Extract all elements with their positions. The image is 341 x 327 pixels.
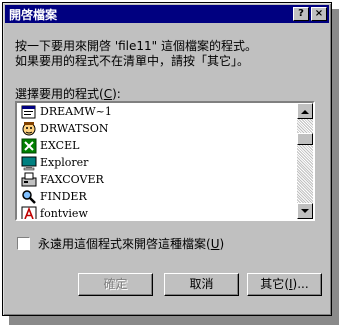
always-use-label-text: 永遠用這個程式來開啓這種檔案 xyxy=(38,237,207,251)
list-item-label: fontview xyxy=(40,207,88,220)
faxcover-icon xyxy=(21,172,37,186)
help-button[interactable]: ? xyxy=(293,7,309,21)
program-list-label-accel: C xyxy=(103,87,113,101)
list-item[interactable]: EXCEL xyxy=(17,137,295,154)
finder-icon xyxy=(22,189,36,204)
always-use-accel: U xyxy=(210,237,220,251)
program-list-label: 選擇要用的程式(C): xyxy=(15,87,121,101)
list-item[interactable]: DRWATSON xyxy=(17,120,295,137)
list-item[interactable]: fontview xyxy=(17,205,295,220)
other-button-suffix: ... xyxy=(297,277,309,291)
program-list-label-text: 選擇要用的程式 xyxy=(15,87,100,101)
list-item[interactable]: Explorer xyxy=(17,154,295,171)
explorer-icon xyxy=(21,156,37,170)
always-use-label: 永遠用這個程式來開啓這種檔案(U) xyxy=(38,237,225,251)
program-listbox[interactable]: DREAMW~1 DRWATSON EXCEL Explorer FAXCOVE… xyxy=(15,101,315,221)
excel-icon xyxy=(21,138,37,153)
window-title: 開啓檔案 xyxy=(9,7,58,22)
instructions-line-1: 按一下要用來開啓 'file11" 這個檔案的程式。 xyxy=(15,39,257,53)
instructions-text: 按一下要用來開啓 'file11" 這個檔案的程式。 如果要用的程式不在清單中，… xyxy=(15,39,325,69)
list-item-label: FAXCOVER xyxy=(40,173,104,186)
always-use-checkbox[interactable] xyxy=(17,237,30,250)
instructions-line-2: 如果要用的程式不在清單中，請按「其它」。 xyxy=(15,54,250,68)
always-use-option[interactable]: 永遠用這個程式來開啓這種檔案(U) xyxy=(17,235,224,252)
list-item[interactable]: DREAMW~1 xyxy=(17,103,295,120)
list-item-label: DRWATSON xyxy=(40,122,109,135)
cancel-button[interactable]: 取消 xyxy=(164,273,239,296)
scrollbar-thumb[interactable] xyxy=(297,133,313,145)
close-button[interactable]: × xyxy=(311,7,327,21)
list-item[interactable]: FINDER xyxy=(17,188,295,205)
drwatson-icon xyxy=(22,121,36,135)
arrow-up-icon xyxy=(301,109,309,114)
ok-button[interactable]: 確定 xyxy=(78,273,153,296)
list-scrollbar[interactable] xyxy=(297,103,313,219)
list-item-label: Explorer xyxy=(40,156,89,169)
dreamweaver-icon xyxy=(21,105,36,118)
scrollbar-track[interactable] xyxy=(297,119,313,203)
scroll-up-button[interactable] xyxy=(297,103,313,119)
other-button-label: 其它 xyxy=(260,277,285,291)
scroll-down-button[interactable] xyxy=(297,203,313,219)
list-item-label: DREAMW~1 xyxy=(40,105,112,118)
list-item-label: EXCEL xyxy=(40,139,80,152)
list-item[interactable]: FAXCOVER xyxy=(17,171,295,188)
open-with-dialog: 開啓檔案 ? × 按一下要用來開啓 'file11" 這個檔案的程式。 如果要用… xyxy=(2,2,332,316)
program-list-items: DREAMW~1 DRWATSON EXCEL Explorer FAXCOVE… xyxy=(17,103,295,220)
title-bar[interactable]: 開啓檔案 ? × xyxy=(5,5,329,23)
arrow-down-icon xyxy=(301,208,309,213)
other-button[interactable]: 其它(I)... xyxy=(247,273,322,296)
other-button-accel: I xyxy=(289,277,293,291)
list-item-label: FINDER xyxy=(40,190,87,203)
fontview-icon xyxy=(21,206,37,219)
